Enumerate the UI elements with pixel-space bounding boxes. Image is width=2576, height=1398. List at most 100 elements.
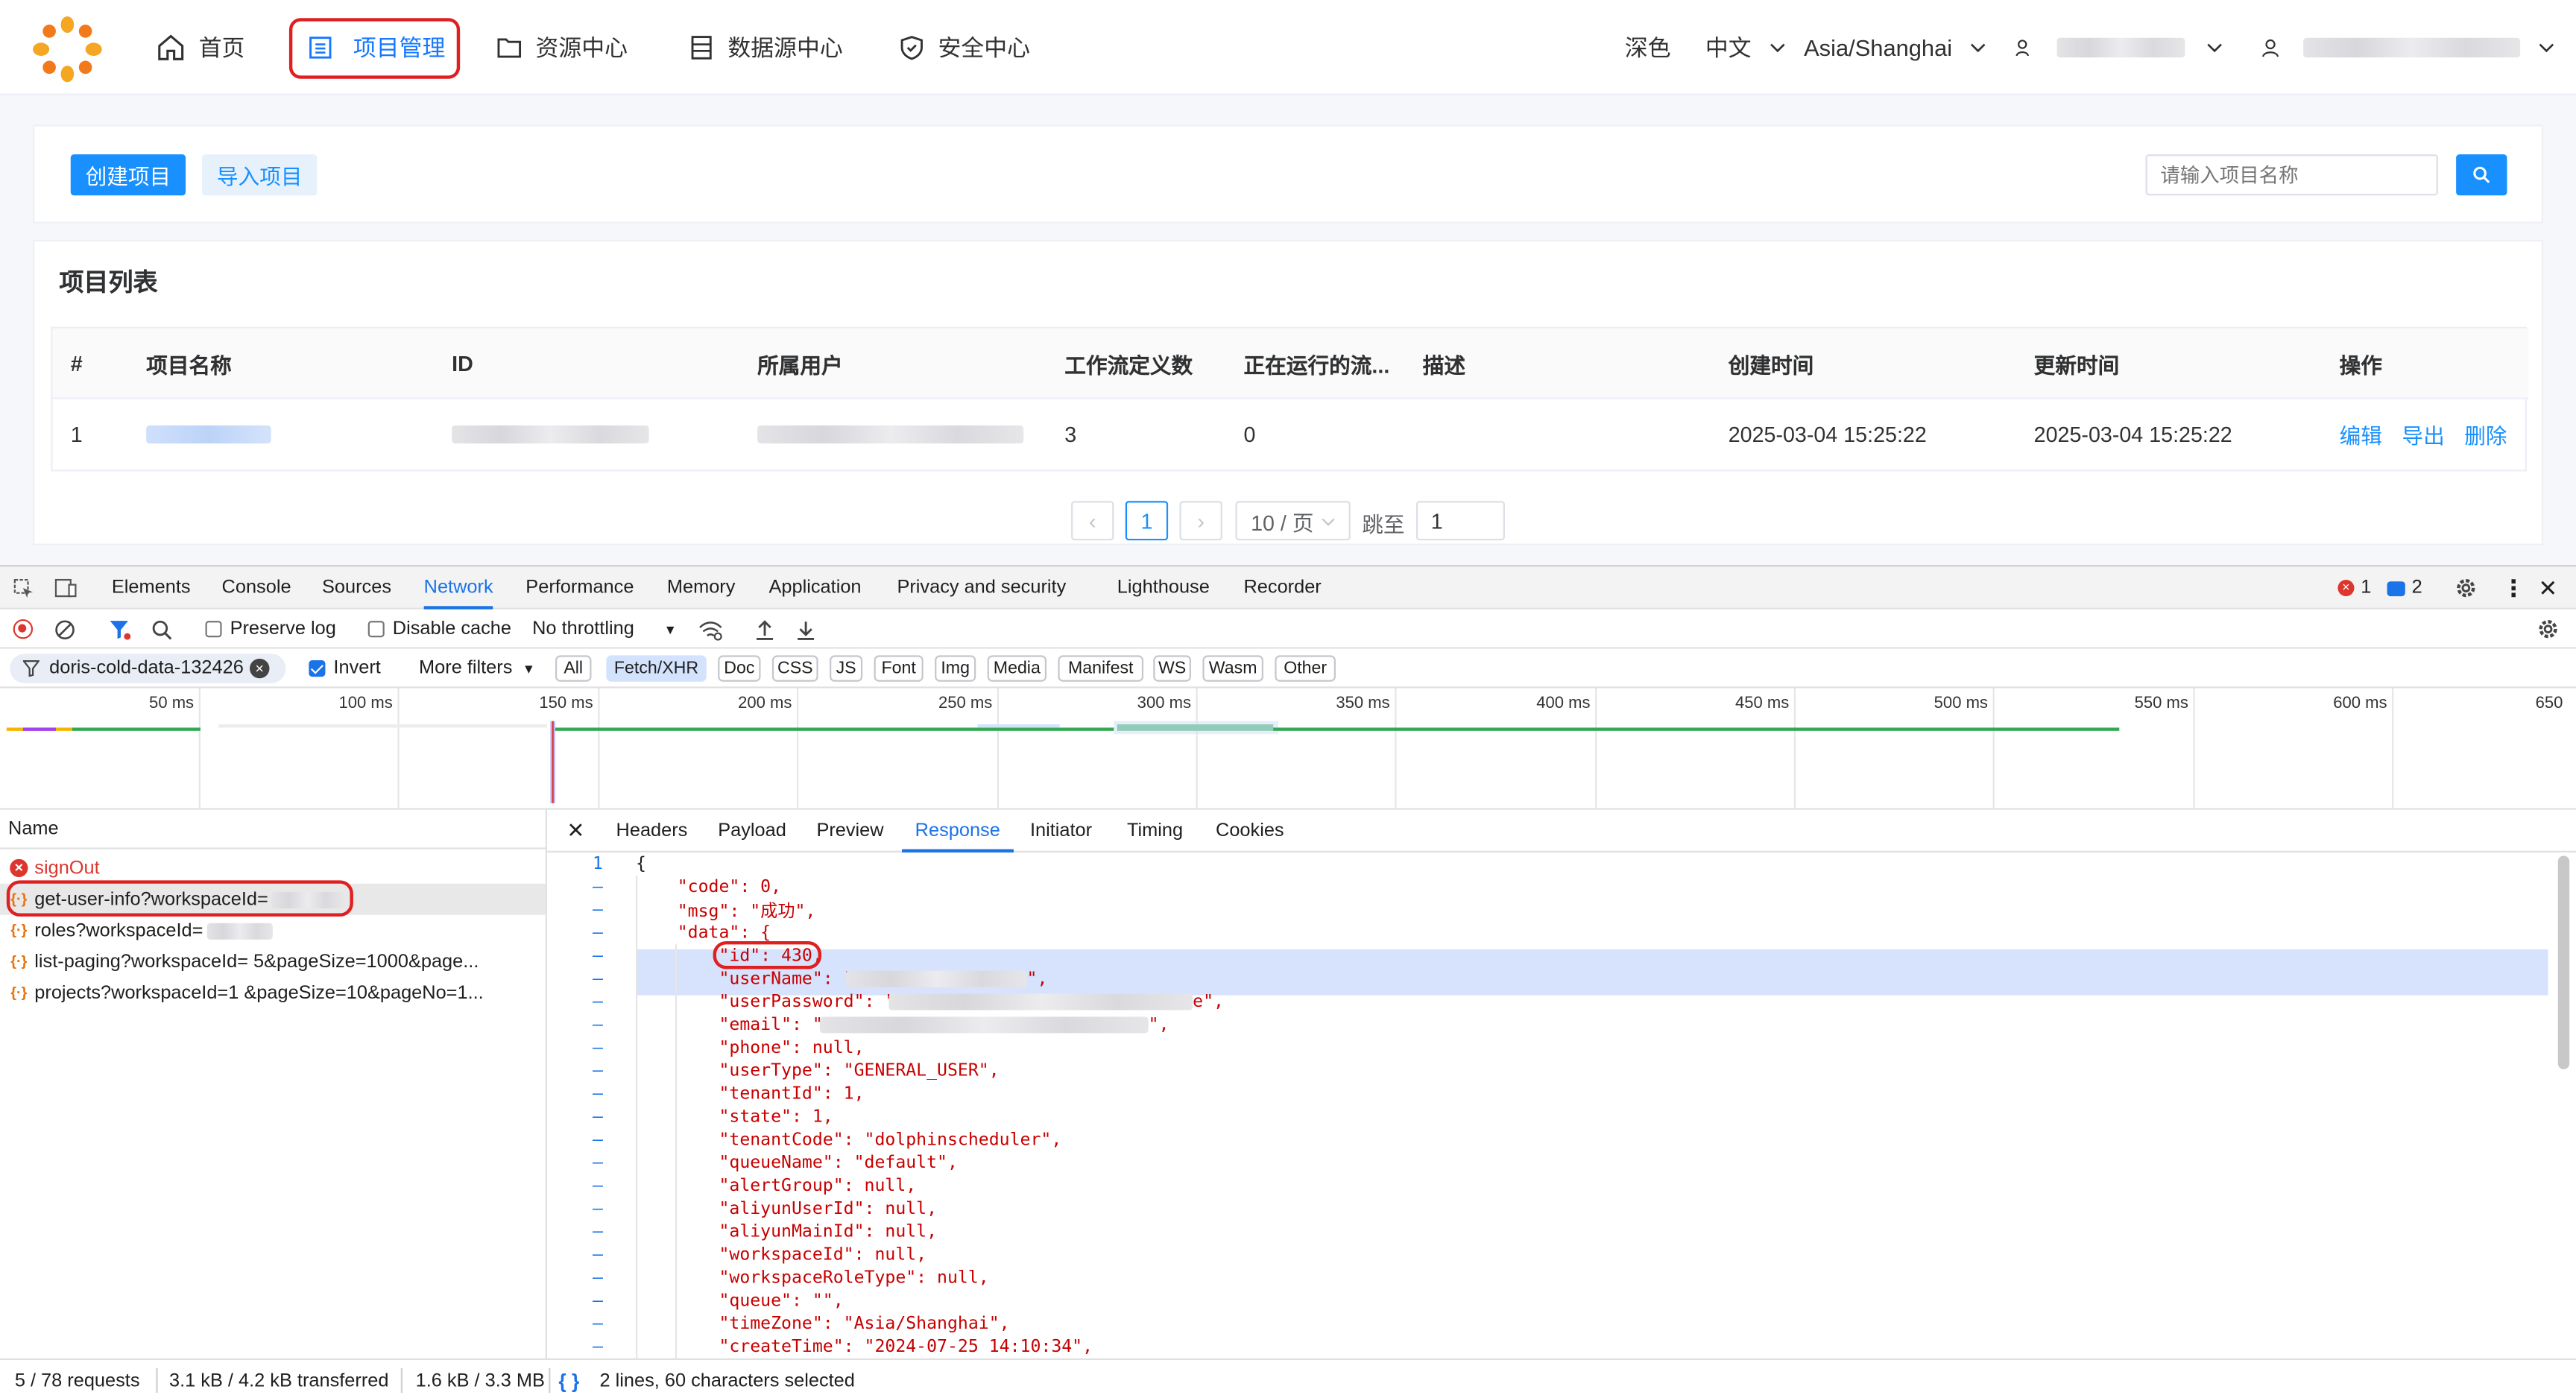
tab-sources[interactable]: Sources (322, 566, 391, 609)
settings-gear-icon[interactable] (2455, 566, 2478, 609)
tab-network[interactable]: Network (423, 566, 494, 610)
col-project-name: 项目名称 (146, 352, 232, 377)
language-select[interactable]: 中文 (1705, 0, 1787, 95)
network-settings-gear-icon[interactable] (2536, 610, 2560, 649)
filter-all[interactable]: All (555, 655, 592, 682)
clear-filter-icon[interactable]: × (250, 658, 270, 679)
tab-application[interactable]: Application (769, 566, 862, 609)
issue-counter[interactable]: 2 (2387, 566, 2422, 609)
tenant-select[interactable] (2014, 0, 2224, 95)
clear-icon[interactable] (54, 610, 76, 649)
project-name-link[interactable] (146, 399, 271, 469)
tab-timing[interactable]: Timing (1127, 810, 1183, 853)
tab-console[interactable]: Console (222, 566, 291, 609)
export-har-icon[interactable] (795, 610, 817, 649)
more-filters-dropdown[interactable]: More filters ▼ (419, 649, 535, 689)
tab-privacy-security[interactable]: Privacy and security (897, 566, 1066, 609)
pretty-print-icon[interactable]: { } (558, 1360, 579, 1398)
code-line: – "phone": null, (547, 1037, 2551, 1060)
filter-img[interactable]: Img (935, 655, 976, 682)
invert-checkbox[interactable]: Invert (309, 649, 381, 689)
project-search-input[interactable] (2145, 154, 2438, 196)
line-number: – (592, 1244, 603, 1265)
error-counter[interactable]: × 1 (2337, 566, 2371, 609)
tab-response[interactable]: Response (902, 810, 1013, 853)
filter-js[interactable]: JS (830, 655, 863, 682)
search-icon[interactable] (151, 610, 173, 649)
current-page[interactable]: 1 (1125, 501, 1169, 541)
tab-elements[interactable]: Elements (112, 566, 191, 609)
nav-home[interactable]: 首页 (156, 0, 244, 95)
tab-recorder[interactable]: Recorder (1244, 566, 1322, 609)
tab-headers[interactable]: Headers (616, 810, 688, 853)
nav-security-center[interactable]: 安全中心 (899, 0, 1030, 95)
code-line: – "alertGroup": null, (547, 1174, 2551, 1198)
request-row-projects[interactable]: {·} projects?workspaceId=1 &pageSize=10&… (0, 977, 546, 1008)
request-row-list-paging[interactable]: {·} list-paging?workspaceId= 5&pageSize=… (0, 946, 546, 978)
filter-other[interactable]: Other (1275, 655, 1336, 682)
tab-cookies[interactable]: Cookies (1216, 810, 1284, 853)
name-column-header[interactable]: Name (0, 810, 546, 850)
jump-page-input[interactable]: 1 (1415, 501, 1505, 541)
import-har-icon[interactable] (754, 610, 776, 649)
nav-resource-center[interactable]: 资源中心 (496, 0, 628, 95)
vertical-scrollbar[interactable] (2557, 855, 2570, 1069)
user-menu[interactable] (2261, 0, 2557, 95)
user-icon (2262, 39, 2279, 57)
request-row-roles[interactable]: {·} roles?workspaceId= (0, 915, 546, 946)
language-label: 中文 (1705, 34, 1752, 61)
line-text: "createTime": "2024-07-25 14:10:34", (635, 1337, 1093, 1357)
filter-fetch-xhr[interactable]: Fetch/XHR (606, 655, 707, 682)
device-toolbar-icon[interactable] (54, 566, 78, 609)
search-button[interactable] (2456, 154, 2507, 196)
filter-icon[interactable] (108, 610, 131, 649)
record-icon[interactable] (13, 610, 34, 649)
tenant-name-redacted (2056, 37, 2185, 58)
line-text: "code": 0, (635, 876, 782, 897)
line-text: "alertGroup": null, (635, 1176, 917, 1196)
response-body[interactable]: 1{ – "code": 0, – "msg": "成功", – "data":… (547, 853, 2576, 1359)
close-detail-icon[interactable]: ✕ (566, 810, 584, 853)
preserve-log-checkbox[interactable]: Preserve log (205, 610, 336, 649)
line-text: "aliyunMainId": null, (635, 1221, 938, 1242)
code-line: – "userType": "GENERAL_USER", (547, 1060, 2551, 1083)
filter-font[interactable]: Font (874, 655, 924, 682)
request-row-signout[interactable]: × signOut (0, 853, 546, 884)
tab-preview[interactable]: Preview (816, 810, 883, 853)
more-options-icon[interactable]: ⋮ (2502, 566, 2525, 609)
prev-page-button[interactable]: ‹ (1071, 501, 1114, 541)
network-conditions-icon[interactable] (698, 610, 723, 649)
filter-media[interactable]: Media (987, 655, 1047, 682)
create-project-button[interactable]: 创建项目 (70, 154, 186, 196)
page-size-select[interactable]: 10 / 页 (1235, 501, 1351, 541)
tab-memory[interactable]: Memory (667, 566, 736, 609)
tab-initiator[interactable]: Initiator (1030, 810, 1092, 853)
tab-performance[interactable]: Performance (525, 566, 634, 609)
filter-css[interactable]: CSS (771, 655, 818, 682)
edit-link[interactable]: 编辑 (2340, 418, 2382, 449)
export-link[interactable]: 导出 (2402, 418, 2444, 449)
next-page-button[interactable]: › (1179, 501, 1222, 541)
filter-wasm[interactable]: Wasm (1202, 655, 1263, 682)
network-timeline-overview[interactable]: 50 ms 100 ms 150 ms 200 ms 250 ms 300 ms… (0, 688, 2576, 810)
nav-datasource-center[interactable]: 数据源中心 (689, 0, 843, 95)
filter-manifest[interactable]: Manifest (1058, 655, 1144, 682)
throttling-select[interactable]: No throttling ▼ (532, 610, 677, 649)
highlight-box (288, 18, 461, 79)
inspect-element-icon[interactable] (13, 566, 35, 609)
tab-payload[interactable]: Payload (718, 810, 786, 853)
theme-toggle[interactable]: 深色 (1625, 0, 1671, 95)
line-text: "workspaceRoleType": null, (635, 1268, 989, 1288)
filter-doc[interactable]: Doc (718, 655, 761, 682)
close-devtools-icon[interactable]: ✕ (2538, 566, 2557, 609)
app-logo[interactable] (28, 11, 107, 86)
jump-label: 跳至 (1362, 512, 1405, 537)
disable-cache-checkbox[interactable]: Disable cache (367, 610, 511, 649)
tab-lighthouse[interactable]: Lighthouse (1117, 566, 1210, 609)
timezone-select[interactable]: Asia/Shanghai (1804, 0, 1989, 95)
filter-input[interactable]: doris-cold-data-132426 × (10, 654, 286, 683)
line-number: – (592, 1130, 603, 1150)
filter-ws[interactable]: WS (1153, 655, 1191, 682)
import-project-button[interactable]: 导入项目 (202, 154, 318, 196)
delete-link[interactable]: 删除 (2464, 418, 2507, 449)
